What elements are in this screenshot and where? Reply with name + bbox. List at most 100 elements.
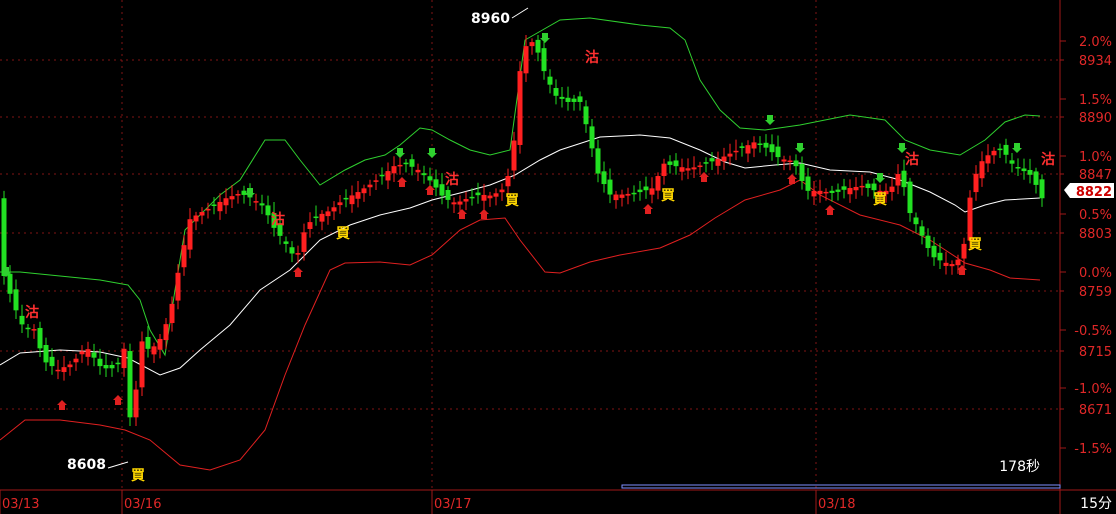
candle-body [601, 171, 607, 185]
candle [433, 169, 439, 197]
candle [697, 161, 703, 175]
candle-body [589, 126, 595, 149]
candle [547, 69, 553, 94]
candle-body [895, 174, 901, 186]
candle [61, 356, 67, 381]
candle-body [91, 352, 97, 358]
signal-label: 買 [873, 192, 888, 208]
candle-body [703, 162, 709, 164]
up-arrow-icon [293, 267, 303, 277]
candle-body [805, 176, 811, 191]
candle [283, 236, 289, 253]
candle-body [541, 48, 547, 72]
candle [595, 139, 601, 183]
candle-body [115, 362, 121, 365]
signal-label: 沽 [585, 49, 599, 66]
candle [541, 41, 547, 80]
candle-body [823, 191, 829, 194]
candle-body [403, 162, 409, 165]
candle-body [331, 207, 337, 212]
candle-body [1009, 160, 1015, 164]
candle [631, 185, 637, 202]
candlestick-chart: 沽買沽買沽買沽買 買沽買沽 89608608 2.0%1.5%1.0%0.5%0.… [0, 0, 1116, 514]
candle-body [13, 289, 19, 311]
candle-body [241, 190, 247, 195]
price-tick-label: 8847 [1079, 168, 1112, 183]
candle [517, 61, 523, 154]
candle-body [889, 186, 895, 192]
candle [109, 361, 115, 377]
percent-tick-label: -1.0% [1074, 382, 1112, 397]
candle-body [979, 161, 985, 179]
candle-body [127, 351, 133, 418]
candle-body [763, 142, 769, 148]
candle-body [667, 161, 673, 165]
candle-body [499, 189, 505, 193]
candle-body [253, 201, 259, 203]
candle-body [205, 208, 211, 211]
candle-body [43, 344, 49, 363]
candle [385, 162, 391, 190]
candle-body [547, 76, 553, 85]
candle [265, 195, 271, 224]
candle-body [97, 358, 103, 367]
candle-body [835, 189, 841, 192]
candle-body [463, 199, 469, 202]
candle-body [379, 174, 385, 177]
candle [505, 168, 511, 195]
candle-body [997, 148, 1003, 151]
signal-label: 買 [336, 226, 351, 242]
candle-body [1015, 167, 1021, 169]
candle [925, 228, 931, 257]
candle-body [847, 188, 853, 195]
candle [439, 173, 445, 205]
candle [493, 188, 499, 206]
candle [1039, 174, 1045, 207]
candle [889, 177, 895, 201]
candle [103, 353, 109, 377]
down-arrow-icon [245, 188, 255, 198]
candle [655, 172, 661, 200]
candle [499, 183, 505, 201]
candle-body [595, 148, 601, 174]
candle-body [769, 144, 775, 153]
candle [25, 324, 31, 338]
low-label: 8608 [67, 457, 106, 473]
down-arrow-icon [540, 33, 550, 43]
candle [661, 158, 667, 185]
candle-body [739, 146, 745, 148]
candle-body [301, 232, 307, 252]
candle [1009, 152, 1015, 173]
candle [355, 180, 361, 208]
axes: 2.0% 1.5% 1.0% 0.5% 0.0% -0.5% -1.0% -1.5% 8934 8… [0, 0, 1116, 514]
candle-body [901, 170, 907, 188]
candle [943, 251, 949, 275]
candle [301, 223, 307, 261]
signal-label: 買 [505, 193, 520, 209]
high-label: 8960 [471, 11, 510, 27]
candle [799, 156, 805, 190]
candle [175, 264, 181, 310]
price-tick-label: 8890 [1079, 111, 1112, 126]
candle-body [211, 204, 217, 206]
candle-body [193, 215, 199, 222]
candle-body [433, 179, 439, 188]
candle-body [439, 184, 445, 196]
candle-body [841, 186, 847, 190]
candle [853, 177, 859, 199]
candle [667, 155, 673, 174]
candle-body [1039, 179, 1045, 199]
candle [1021, 158, 1027, 180]
candle-body [787, 160, 793, 163]
candle [1027, 158, 1033, 184]
candle-body [151, 346, 157, 355]
candle-body [421, 173, 427, 176]
interval-label: 15分 [1080, 496, 1112, 512]
down-arrow-icon [795, 143, 805, 153]
candle-body [511, 140, 517, 171]
candle-body [931, 245, 937, 258]
candle [835, 183, 841, 201]
price-tick-label: 8934 [1079, 54, 1112, 69]
candle [895, 164, 901, 195]
candle-body [175, 272, 181, 301]
